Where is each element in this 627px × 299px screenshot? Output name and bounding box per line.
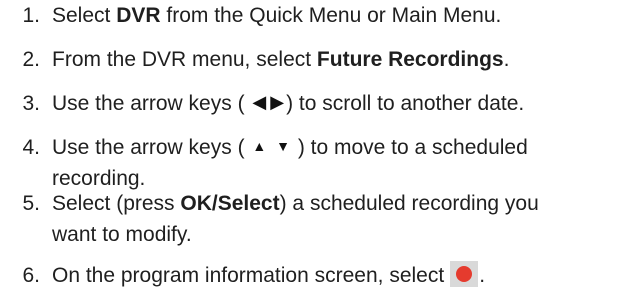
step-number: 6. [22, 264, 40, 287]
step-text: Use the arrow keys ( ▲ ▼ ) to move to a … [52, 132, 528, 194]
step-text-pre: Select (press [52, 192, 181, 215]
step-text-post: ) a scheduled recording you [279, 192, 539, 215]
step-text-post: ) to scroll to another date. [286, 92, 525, 115]
step-text-post: . [479, 264, 486, 287]
left-arrow-icon: ◀ [252, 92, 267, 113]
up-arrow-icon: ▲ [252, 138, 267, 155]
step-line-2: want to modify. [52, 223, 192, 246]
step-text-post: . [503, 48, 510, 71]
step-line: Use the arrow keys ( ▲ ▼ ) to move to a … [52, 132, 528, 163]
step-text: On the program information screen, selec… [52, 260, 485, 291]
step-text: From the DVR menu, select Future Recordi… [52, 44, 509, 75]
record-dot [456, 266, 473, 283]
right-arrow-icon: ▶ [270, 92, 285, 113]
record-button-icon [450, 261, 479, 288]
step-line: Use the arrow keys ( ◀ ▶) to scroll to an… [52, 88, 524, 119]
step-number: 4. [22, 136, 40, 159]
step-text: Select (press OK/Select) a scheduled rec… [52, 188, 539, 250]
step-number: 2. [22, 48, 40, 71]
step-text: Use the arrow keys ( ◀ ▶) to scroll to an… [52, 88, 524, 119]
step-number: 1. [22, 4, 40, 27]
step-number: 5. [22, 192, 40, 215]
step-line: From the DVR menu, select Future Recordi… [52, 44, 509, 75]
step-line: Select (press OK/Select) a scheduled rec… [52, 188, 539, 219]
step-text: Select DVR from the Quick Menu or Main M… [52, 0, 501, 31]
step-text-bold: DVR [116, 4, 161, 27]
step-line: Select DVR from the Quick Menu or Main M… [52, 0, 501, 31]
step-text-pre: On the program information screen, selec… [52, 264, 445, 287]
step-text-bold: OK/Select [180, 192, 280, 215]
instruction-list: 1. Select DVR from the Quick Menu or Mai… [0, 0, 627, 299]
step-text-pre: Use the arrow keys ( [52, 136, 245, 159]
step-text-pre: Select [52, 4, 117, 27]
step-line: On the program information screen, selec… [52, 260, 485, 291]
step-text-post: ) to move to a scheduled [297, 136, 528, 159]
step-number: 3. [22, 92, 40, 115]
step-text-pre: Use the arrow keys ( [52, 92, 245, 115]
step-text-pre: From the DVR menu, select [52, 48, 317, 71]
down-arrow-icon: ▼ [276, 138, 290, 155]
step-text-post: from the Quick Menu or Main Menu. [160, 4, 502, 27]
step-text-bold: Future Recordings [316, 48, 504, 71]
